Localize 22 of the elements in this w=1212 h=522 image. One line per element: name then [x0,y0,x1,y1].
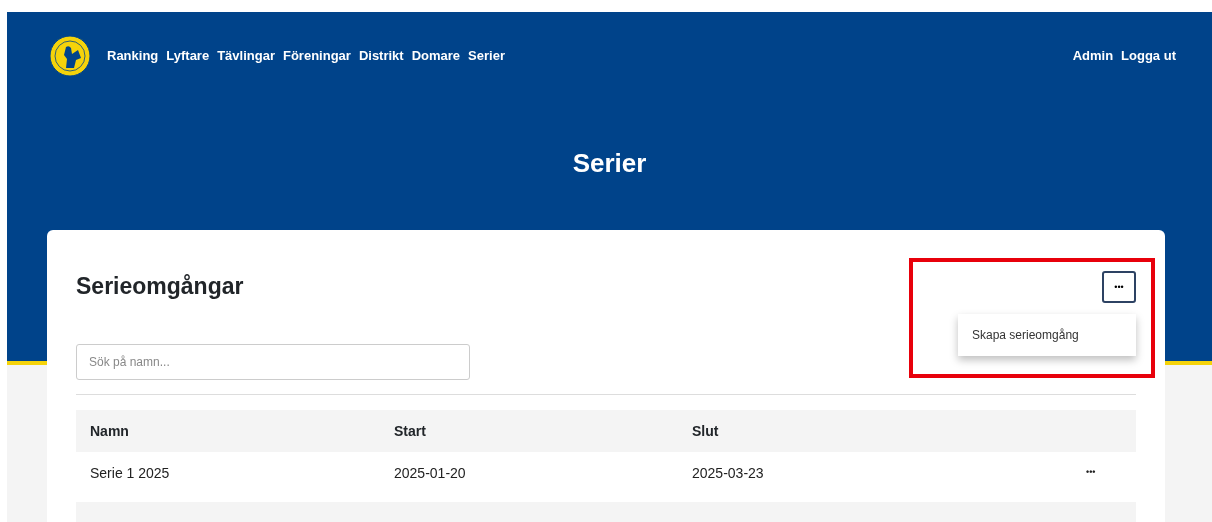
nav-link[interactable]: Tävlingar [217,46,275,66]
table-cell-text: 2025-03-23 [692,463,765,483]
table-cell-text: 2025-01-20 [394,463,467,483]
nav-link[interactable]: Domare [411,46,461,66]
nav-link[interactable]: Lyftare [166,46,210,66]
search-field[interactable]: Sök på namn... [76,344,470,380]
nav-link[interactable]: Ranking [107,46,159,66]
nav-link[interactable]: Föreningar [282,46,351,66]
nav-link[interactable]: Admin [1072,46,1114,66]
section-title: Serieomgångar [76,273,244,301]
nav-link[interactable]: Distrikt [358,46,404,66]
column-header: Slut [692,421,720,441]
column-header: Start [394,421,427,441]
page-title: Serier [571,147,648,180]
nav-link[interactable]: Logga ut [1121,46,1176,66]
more-button[interactable]: ••• [1102,271,1136,303]
column-header: Namn [89,421,130,441]
logo-icon[interactable] [49,35,91,77]
menu-item[interactable]: Skapa serieomgång [972,322,1122,348]
row-menu-button[interactable]: ••• [1086,466,1136,480]
table-cell-text: Serie 1 2025 [89,463,171,483]
nav-link[interactable]: Serier [468,46,505,66]
